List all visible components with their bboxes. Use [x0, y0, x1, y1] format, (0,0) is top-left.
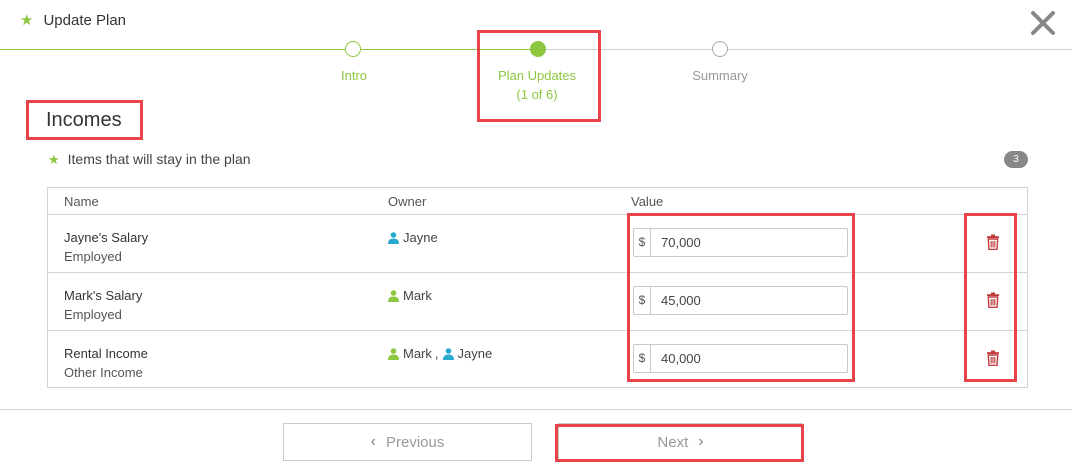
chevron-left-icon: ‹ — [370, 433, 376, 450]
person-icon — [442, 347, 454, 360]
table-row: Jayne's Salary Employed Jayne $ — [48, 215, 1027, 273]
person-icon — [388, 231, 399, 244]
owner-mark: Mark — [388, 346, 432, 361]
star-icon: ★ — [20, 12, 34, 29]
step-dot-intro[interactable] — [345, 41, 361, 57]
person-icon — [388, 347, 399, 360]
income-type: Employed — [64, 307, 122, 322]
subheader: ★ Items that will stay in the plan — [48, 151, 251, 167]
dialog-header: ★ Update Plan — [20, 12, 126, 29]
currency-symbol: $ — [634, 345, 651, 372]
owner-name: Mark — [403, 346, 432, 361]
subheader-label: Items that will stay in the plan — [67, 151, 251, 167]
delete-button[interactable] — [986, 234, 1000, 251]
value-input[interactable] — [651, 345, 841, 372]
step-label-plan-updates[interactable]: Plan Updates (1 of 6) — [487, 66, 587, 104]
next-button[interactable]: Next › — [558, 423, 803, 461]
step-label-intro[interactable]: Intro — [334, 66, 374, 85]
previous-label: Previous — [385, 433, 445, 451]
close-icon — [1031, 11, 1055, 35]
column-header-value: Value — [631, 194, 664, 209]
owner-name: Jayne — [457, 346, 493, 361]
value-input[interactable] — [651, 229, 841, 256]
owner-list: Jayne — [388, 230, 438, 245]
income-name: Jayne's Salary — [64, 230, 149, 245]
owner-list: Mark — [388, 288, 432, 303]
value-field[interactable]: $ — [633, 286, 848, 315]
delete-button[interactable] — [986, 292, 1000, 309]
owner-list: Mark , Jayne — [388, 346, 492, 361]
trash-icon — [987, 292, 999, 309]
step-label-summary[interactable]: Summary — [685, 66, 755, 85]
owner-name: Jayne — [403, 230, 438, 245]
owner-jayne: Jayne — [388, 230, 438, 245]
income-type: Other Income — [64, 365, 143, 380]
stepper-line-done — [0, 49, 538, 50]
close-button[interactable] — [1028, 8, 1058, 38]
column-header-owner: Owner — [388, 194, 427, 209]
step-title: Plan Updates — [497, 68, 577, 83]
owner-jayne: Jayne — [442, 346, 493, 361]
income-name: Mark's Salary — [64, 288, 143, 303]
table-header: Name Owner Value — [48, 188, 1027, 215]
previous-button[interactable]: ‹ Previous — [283, 423, 532, 461]
owner-name: Mark — [403, 288, 432, 303]
trash-icon — [987, 234, 999, 251]
currency-symbol: $ — [634, 229, 651, 256]
value-input[interactable] — [651, 287, 841, 314]
value-field[interactable]: $ — [633, 228, 848, 257]
income-table: Name Owner Value Jayne's Salary Employed… — [47, 187, 1028, 388]
table-row: Rental Income Other Income Mark , Jayne … — [48, 331, 1027, 389]
dialog-title: Update Plan — [43, 12, 127, 29]
currency-symbol: $ — [634, 287, 651, 314]
chevron-right-icon: › — [698, 433, 704, 450]
footer-divider — [0, 409, 1072, 410]
column-header-name: Name — [64, 194, 99, 209]
delete-button[interactable] — [986, 350, 1000, 367]
next-label: Next — [657, 433, 689, 451]
owner-mark: Mark — [388, 288, 432, 303]
step-dot-plan-updates[interactable] — [530, 41, 546, 57]
trash-icon — [987, 350, 999, 367]
person-icon — [388, 289, 399, 302]
count-badge: 3 — [1004, 151, 1028, 168]
star-icon: ★ — [48, 151, 60, 167]
step-dot-summary[interactable] — [712, 41, 728, 57]
stepper-line-pending — [538, 49, 1072, 50]
income-type: Employed — [64, 249, 122, 264]
table-row: Mark's Salary Employed Mark $ — [48, 273, 1027, 331]
value-field[interactable]: $ — [633, 344, 848, 373]
step-progress: (1 of 6) — [516, 87, 558, 102]
section-title: Incomes — [46, 109, 122, 131]
income-name: Rental Income — [64, 346, 148, 361]
owner-separator: , — [434, 346, 439, 361]
